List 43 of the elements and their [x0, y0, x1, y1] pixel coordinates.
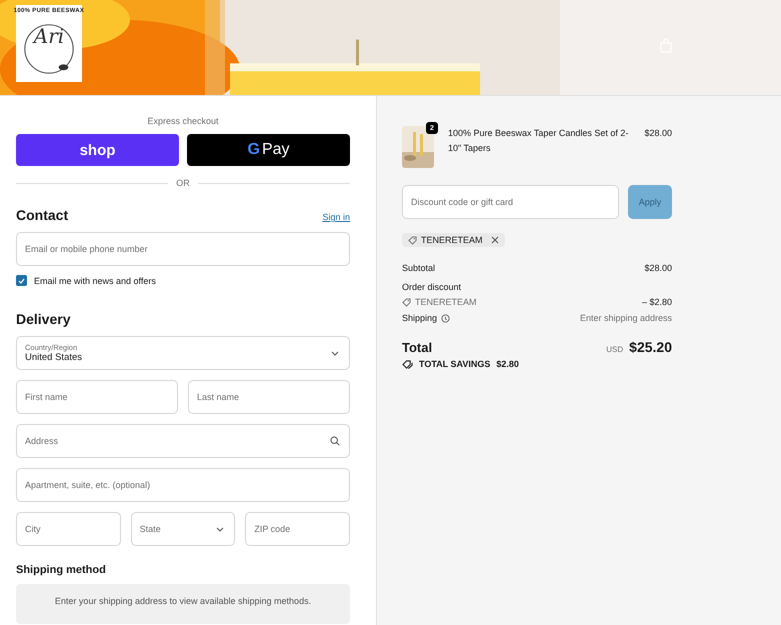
apartment-field[interactable]: Apartment, suite, etc. (optional): [16, 468, 350, 502]
tag-icon: [408, 236, 417, 244]
total-value: $25.20: [629, 339, 672, 355]
total-label: Total: [402, 340, 432, 354]
shipping-value: Enter shipping address: [580, 313, 672, 323]
address-field[interactable]: Address: [16, 424, 350, 458]
express-checkout-label: Express checkout: [147, 116, 219, 126]
first-name-field[interactable]: First name: [16, 380, 178, 414]
currency-label: USD: [606, 345, 624, 354]
newsletter-label: Email me with news and offers: [34, 276, 156, 286]
tag-icon: [402, 298, 411, 306]
order-discount-label: Order discount: [402, 282, 462, 292]
chevron-down-icon: [216, 526, 224, 532]
discount-code-label: TENERETEAM: [402, 297, 477, 307]
city-field[interactable]: City: [16, 512, 121, 546]
google-pay-button[interactable]: G Pay: [187, 134, 350, 166]
discount-value: – $2.80: [642, 297, 672, 307]
checkmark-icon: [18, 278, 25, 284]
shipping-method-heading: Shipping method: [16, 564, 107, 576]
close-icon[interactable]: [490, 236, 499, 244]
subtotal-value: $28.00: [644, 263, 672, 273]
search-icon: [330, 436, 340, 446]
shop-pay-button[interactable]: shop: [16, 134, 179, 166]
product-name: 100% Pure Beeswax Taper Candles Set of 2- 10" Tapers: [448, 127, 630, 155]
product-price: $28.00: [644, 127, 672, 140]
shipping-label: Shipping: [402, 313, 450, 323]
chevron-down-icon: [331, 350, 339, 356]
subtotal-label: Subtotal: [402, 263, 436, 273]
total-savings-value: $2.80: [496, 359, 519, 369]
newsletter-checkbox[interactable]: [16, 275, 27, 286]
sign-in-link[interactable]: Sign in: [322, 212, 350, 222]
delivery-heading: Delivery: [16, 311, 72, 327]
or-divider-label: OR: [176, 178, 190, 188]
discount-code-field[interactable]: Discount code or gift card: [402, 185, 619, 219]
zip-code-field[interactable]: ZIP code: [245, 512, 350, 546]
shipping-notice-text: Enter your shipping address to view available shipping methods.: [54, 596, 312, 608]
tags-icon: [402, 360, 413, 368]
discount-tag: TENERETEAM: [402, 233, 505, 247]
total-savings-label: TOTAL SAVINGS: [419, 359, 490, 369]
contact-heading: Contact: [16, 207, 68, 223]
email-field[interactable]: Email or mobile phone number: [16, 232, 350, 266]
last-name-field[interactable]: Last name: [188, 380, 350, 414]
state-select[interactable]: State: [130, 512, 236, 546]
